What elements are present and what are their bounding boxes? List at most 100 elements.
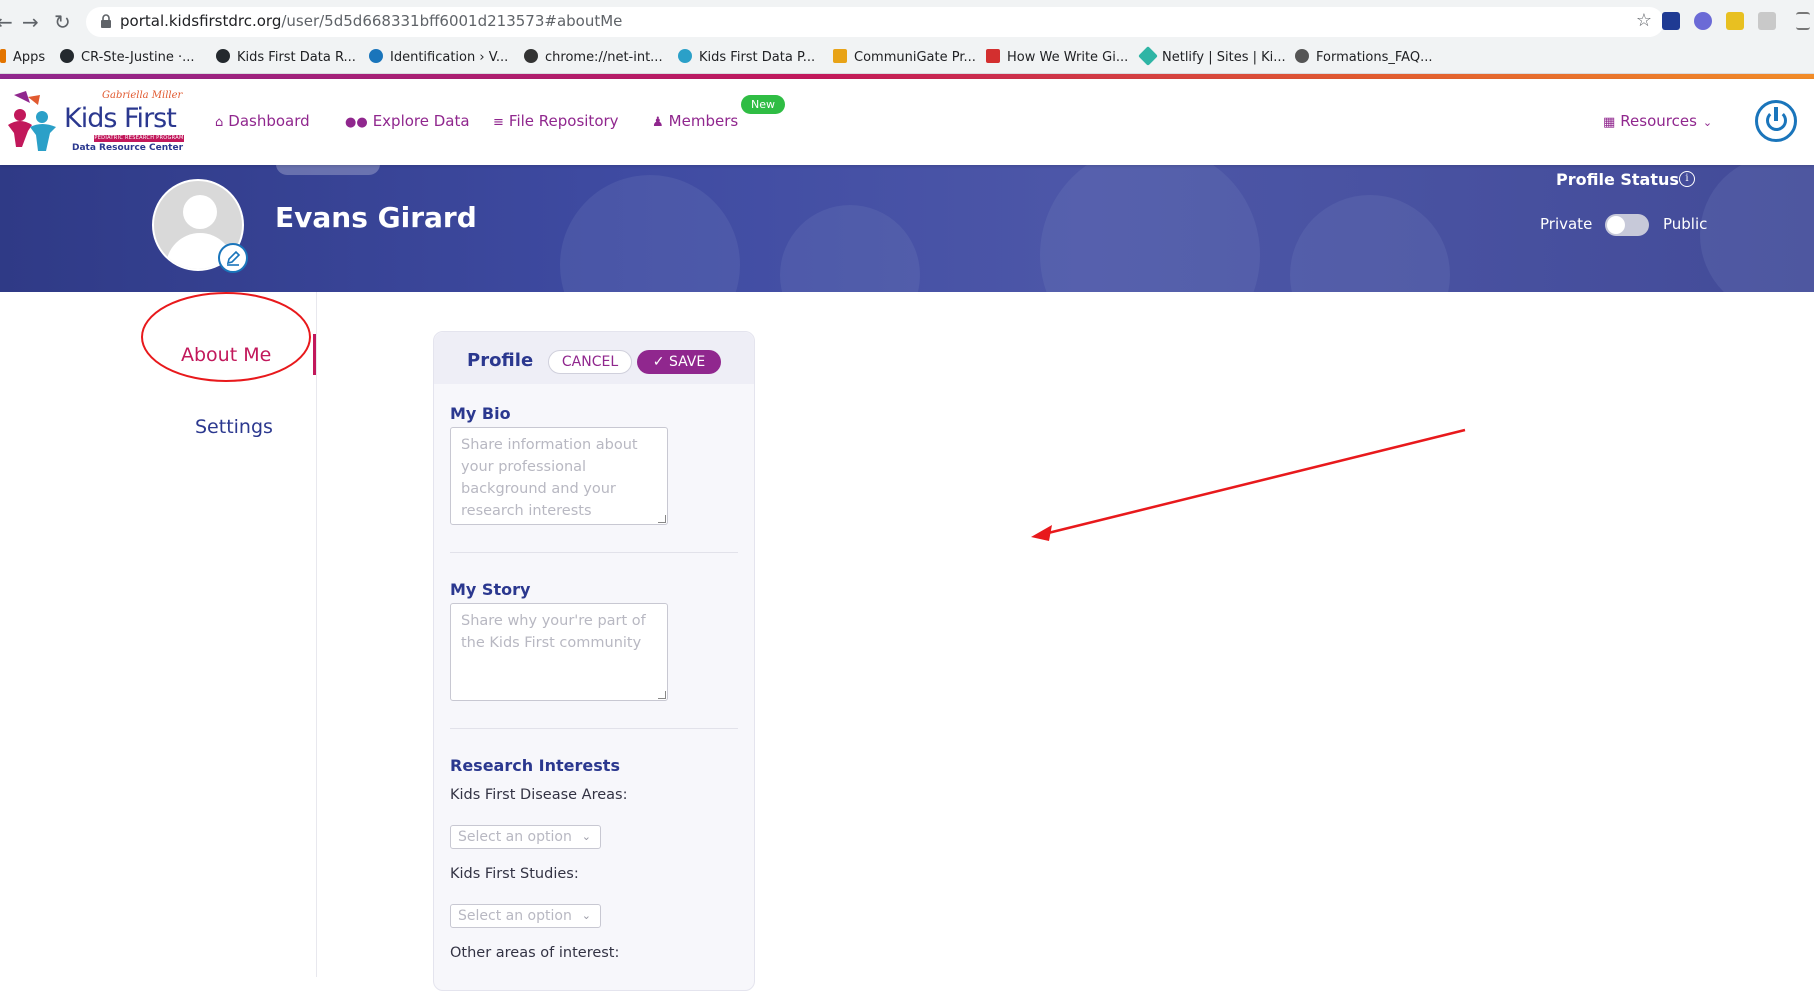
back-icon[interactable]: ← bbox=[0, 10, 13, 34]
pencil-icon bbox=[226, 250, 241, 266]
communigate-icon bbox=[833, 49, 847, 63]
bookmark-item[interactable]: Kids First Data R... bbox=[216, 49, 356, 65]
url-text: portal.kidsfirstdrc.org/user/5d5d668331b… bbox=[120, 12, 622, 30]
save-label: SAVE bbox=[668, 354, 706, 370]
kids-first-icon bbox=[678, 49, 692, 63]
bookmark-label: Identification › V... bbox=[390, 50, 509, 65]
story-textarea[interactable]: Share why your're part of the Kids First… bbox=[450, 603, 668, 701]
resize-handle[interactable] bbox=[658, 515, 666, 523]
sidebar-divider bbox=[316, 292, 317, 977]
annotation-arrow-head bbox=[1031, 525, 1052, 541]
zotero-extension-icon[interactable] bbox=[1662, 12, 1680, 30]
sidebar-item-settings[interactable]: Settings bbox=[195, 416, 273, 438]
profile-status-title: Profile Status bbox=[1556, 170, 1679, 189]
select-placeholder: Select an option bbox=[458, 829, 572, 845]
nav-file-repository[interactable]: ≡ File Repository bbox=[493, 112, 619, 130]
logo-subtitle: Data Resource Center bbox=[72, 143, 184, 153]
bookmark-item[interactable]: Kids First Data P... bbox=[678, 49, 815, 65]
chevron-down-icon: ⌄ bbox=[581, 830, 591, 843]
forward-icon[interactable]: → bbox=[22, 10, 39, 34]
public-label: Public bbox=[1663, 215, 1708, 233]
profile-status-toggle[interactable] bbox=[1605, 214, 1649, 236]
resources-label: Resources bbox=[1620, 112, 1697, 130]
nav-dashboard[interactable]: ⌂ Dashboard bbox=[215, 112, 310, 130]
edit-avatar-button[interactable] bbox=[218, 243, 248, 273]
url-path: /user/5d5d668331bff6001d213573#aboutMe bbox=[281, 12, 623, 30]
grid-icon: ▦ bbox=[1603, 115, 1616, 130]
bookmarks-bar: Apps CR-Ste-Justine ·... Kids First Data… bbox=[0, 42, 1814, 74]
bookmark-apps[interactable]: Apps bbox=[0, 49, 45, 65]
profile-card-header: Profile CANCEL ✓ SAVE bbox=[434, 332, 754, 384]
bookmark-label: CR-Ste-Justine ·... bbox=[81, 50, 195, 65]
home-icon: ⌂ bbox=[215, 115, 224, 130]
bookmark-item[interactable]: How We Write Gi... bbox=[986, 49, 1128, 65]
checkmark-icon: ✓ bbox=[652, 354, 669, 370]
bookmark-label: Netlify | Sites | Ki... bbox=[1162, 50, 1286, 65]
github-icon bbox=[216, 49, 230, 63]
reload-icon[interactable]: ↻ bbox=[54, 10, 71, 34]
info-icon[interactable]: i bbox=[1679, 171, 1695, 187]
profile-name: Evans Girard bbox=[275, 201, 477, 234]
disease-areas-label: Kids First Disease Areas: bbox=[450, 787, 628, 803]
profile-banner: Evans Girard Profile Status i Private Pu… bbox=[0, 165, 1814, 292]
disease-areas-select[interactable]: Select an option ⌄ bbox=[450, 825, 601, 849]
sidebar-item-about-me[interactable]: About Me bbox=[181, 344, 271, 366]
address-bar[interactable]: portal.kidsfirstdrc.org/user/5d5d668331b… bbox=[86, 7, 1664, 37]
nav-label: Members bbox=[668, 112, 739, 130]
bookmark-label: Kids First Data P... bbox=[699, 50, 816, 65]
extension-h-icon[interactable] bbox=[1726, 12, 1744, 30]
chevron-down-icon: ⌄ bbox=[1702, 116, 1713, 129]
globe-icon bbox=[524, 49, 538, 63]
app-header: Gabriella Miller Kids First PEDIATRIC RE… bbox=[0, 79, 1814, 165]
bookmark-item[interactable]: Formations_FAQ... bbox=[1295, 49, 1432, 65]
resize-handle[interactable] bbox=[658, 691, 666, 699]
story-title: My Story bbox=[450, 580, 531, 599]
bookmark-item[interactable]: CR-Ste-Justine ·... bbox=[60, 49, 195, 65]
extension-check-icon[interactable] bbox=[1694, 12, 1712, 30]
nav-label: Explore Data bbox=[372, 112, 470, 130]
profile-card-title: Profile bbox=[467, 350, 534, 371]
user-icon: ♟ bbox=[652, 115, 664, 130]
github-icon bbox=[60, 49, 74, 63]
bookmark-item[interactable]: Netlify | Sites | Ki... bbox=[1138, 46, 1286, 66]
write-icon bbox=[986, 49, 1000, 63]
story-placeholder: Share why your're part of the Kids First… bbox=[461, 613, 646, 651]
studies-select[interactable]: Select an option ⌄ bbox=[450, 904, 601, 928]
divider bbox=[450, 728, 738, 729]
extension-misc-icon[interactable] bbox=[1758, 12, 1776, 30]
netlify-icon bbox=[1138, 46, 1158, 66]
save-button[interactable]: ✓ SAVE bbox=[637, 350, 721, 374]
nav-members[interactable]: ♟ Members bbox=[652, 112, 738, 130]
nav-explore-data[interactable]: ●● Explore Data bbox=[345, 112, 470, 130]
bookmark-label: chrome://net-int... bbox=[545, 50, 663, 65]
logo-strip: PEDIATRIC RESEARCH PROGRAM bbox=[94, 135, 184, 142]
bookmark-star-icon[interactable]: ☆ bbox=[1636, 10, 1652, 31]
lock-icon bbox=[101, 14, 111, 28]
profile-card: Profile CANCEL ✓ SAVE My Bio Share infor… bbox=[433, 331, 755, 991]
bookmark-label: How We Write Gi... bbox=[1007, 50, 1129, 65]
database-icon: ≡ bbox=[493, 115, 504, 130]
kids-first-logo[interactable]: Gabriella Miller Kids First PEDIATRIC RE… bbox=[4, 89, 184, 159]
nav-label: Dashboard bbox=[228, 112, 310, 130]
research-interests-title: Research Interests bbox=[450, 756, 620, 775]
private-label: Private bbox=[1540, 215, 1593, 233]
bio-placeholder: Share information about your professiona… bbox=[461, 437, 638, 519]
bio-textarea[interactable]: Share information about your professiona… bbox=[450, 427, 668, 525]
divider bbox=[450, 552, 738, 553]
menu-icon[interactable] bbox=[1796, 12, 1810, 30]
bookmark-label: Apps bbox=[13, 50, 46, 65]
bio-title: My Bio bbox=[450, 404, 511, 423]
power-icon[interactable] bbox=[1755, 100, 1797, 142]
bookmark-label: CommuniGate Pr... bbox=[854, 50, 976, 65]
chevron-down-icon: ⌄ bbox=[581, 909, 591, 922]
browser-toolbar: ← → ↻ portal.kidsfirstdrc.org/user/5d5d6… bbox=[0, 0, 1814, 42]
cancel-button[interactable]: CANCEL bbox=[548, 350, 632, 374]
bookmark-item[interactable]: CommuniGate Pr... bbox=[833, 49, 976, 65]
annotation-arrow-line bbox=[1039, 428, 1466, 537]
kids-first-figures-icon bbox=[8, 91, 56, 151]
bookmark-item[interactable]: Identification › V... bbox=[369, 49, 508, 65]
select-placeholder: Select an option bbox=[458, 908, 572, 924]
bookmark-item[interactable]: chrome://net-int... bbox=[524, 49, 663, 65]
studies-label: Kids First Studies: bbox=[450, 866, 579, 882]
resources-menu[interactable]: ▦ Resources ⌄ bbox=[1603, 112, 1712, 130]
